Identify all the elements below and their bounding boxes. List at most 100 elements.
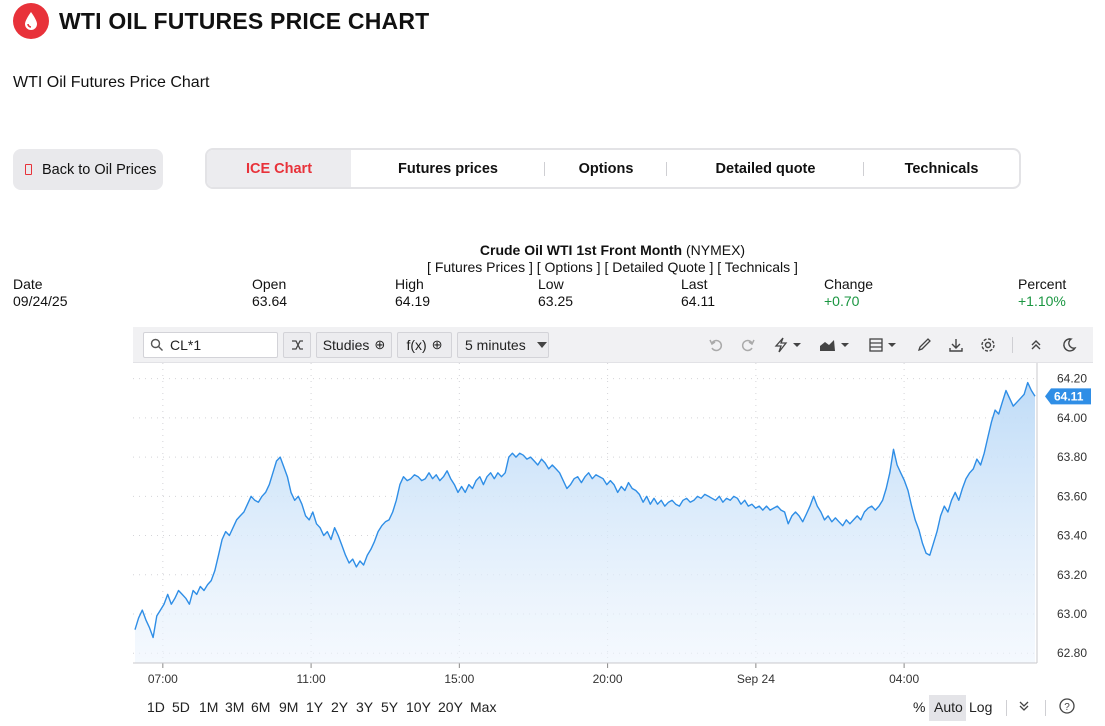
quote-value: 63.25 <box>538 293 574 309</box>
quote-value: +0.70 <box>824 293 860 309</box>
download-icon[interactable] <box>945 335 967 355</box>
functions-button[interactable]: f(x) ⊕ <box>397 332 452 358</box>
tab-detailed-quote[interactable]: Detailed quote <box>667 150 864 187</box>
search-icon <box>150 338 163 351</box>
range-1m[interactable]: 1M <box>199 699 218 715</box>
range-1y[interactable]: 1Y <box>306 699 323 715</box>
range-9m[interactable]: 9M <box>279 699 298 715</box>
instrument-exchange: (NYMEX) <box>685 242 746 258</box>
page-subtitle: WTI Oil Futures Price Chart <box>13 74 210 91</box>
chart-tabs: ICE Chart Futures prices Options Detaile… <box>205 148 1021 189</box>
tab-label: ICE Chart <box>245 160 313 177</box>
y-tick-label: 63.80 <box>1057 450 1087 464</box>
quote-percent: Percent +1.10% <box>1018 276 1066 310</box>
quote-value: 09/24/25 <box>13 293 68 309</box>
range-1d[interactable]: 1D <box>147 699 165 715</box>
range-divider <box>1045 700 1046 716</box>
quote-date: Date 09/24/25 <box>13 276 68 310</box>
instrument-links[interactable]: [ Futures Prices ] [ Options ] [ Detaile… <box>0 259 1105 275</box>
functions-label: f(x) <box>406 337 427 353</box>
tab-ice-chart[interactable]: ICE Chart <box>207 150 351 187</box>
tab-label: Futures prices <box>398 160 498 177</box>
interval-value: 5 minutes <box>465 337 526 353</box>
instrument-title: Crude Oil WTI 1st Front Month (NYMEX) <box>0 242 1105 258</box>
compare-icon <box>292 340 303 350</box>
tab-futures-prices[interactable]: Futures prices <box>351 150 545 187</box>
quote-label: Date <box>13 276 43 292</box>
symbol-input[interactable]: CL*1 <box>143 332 278 358</box>
back-to-oil-prices-button[interactable]: Back to Oil Prices <box>13 149 163 190</box>
quote-label: Change <box>824 276 874 292</box>
y-tick-label: 63.40 <box>1057 529 1087 543</box>
quote-value: 64.19 <box>395 293 431 309</box>
price-plot[interactable]: 64.20 64.00 63.80 63.60 63.40 63.20 63.00 62.80… <box>133 363 1093 691</box>
x-tick-label: 20:00 <box>593 672 623 686</box>
chart-toolbar: CL*1 Studies ⊕ f(x) ⊕ 5 minutes <box>133 327 1093 363</box>
quote-value: +1.10% <box>1018 293 1066 309</box>
range-2y[interactable]: 2Y <box>331 699 348 715</box>
dark-mode-icon[interactable] <box>1058 335 1080 355</box>
last-price-label: 64.11 <box>1054 389 1084 403</box>
tab-label: Options <box>578 160 634 177</box>
range-divider <box>1006 700 1007 716</box>
tab-options[interactable]: Options <box>545 150 667 187</box>
quote-high: High 64.19 <box>395 276 430 310</box>
tab-technicals[interactable]: Technicals <box>864 150 1019 187</box>
collapse-icon[interactable] <box>1025 335 1047 355</box>
quote-change: Change +0.70 <box>824 276 873 310</box>
y-tick-label: 63.00 <box>1057 607 1087 621</box>
studies-label: Studies <box>322 337 370 353</box>
price-chart: CL*1 Studies ⊕ f(x) ⊕ 5 minutes 64.20 64… <box>133 327 1093 726</box>
plus-circle-icon: ⊕ <box>431 337 443 352</box>
studies-button[interactable]: Studies ⊕ <box>316 332 392 358</box>
range-3y[interactable]: 3Y <box>356 699 373 715</box>
chevron-down-icon <box>536 342 547 348</box>
undo-icon[interactable] <box>705 335 727 355</box>
back-icon <box>25 164 32 175</box>
instrument-name: Crude Oil WTI 1st Front Month <box>479 242 683 258</box>
quote-label: Percent <box>1018 276 1067 292</box>
x-tick-label: 04:00 <box>889 672 919 686</box>
range-5y[interactable]: 5Y <box>381 699 398 715</box>
pencil-icon[interactable] <box>913 335 935 355</box>
y-tick-label: 63.20 <box>1057 568 1087 582</box>
range-6m[interactable]: 6M <box>251 699 270 715</box>
layout-icon[interactable] <box>867 335 901 355</box>
redo-icon[interactable] <box>737 335 759 355</box>
quote-value: 64.11 <box>681 293 715 309</box>
symbol-value: CL*1 <box>170 337 202 353</box>
y-tick-label: 63.60 <box>1057 489 1087 503</box>
range-bar: 1D 5D 1M 3M 6M 9M 1Y 2Y 3Y 5Y 10Y 20Y Max% Auto Log? <box>133 691 1093 726</box>
expand-down-icon[interactable] <box>1018 699 1030 715</box>
quote-label: Last <box>681 276 708 292</box>
oil-drop-icon[interactable] <box>13 3 49 39</box>
tab-label: Detailed quote <box>715 160 816 177</box>
x-tick-label: 11:00 <box>297 672 326 686</box>
percent-scale-button[interactable]: % <box>913 699 925 715</box>
y-tick-label: 62.80 <box>1057 646 1087 660</box>
x-tick-label: Sep 24 <box>737 672 775 686</box>
back-button-label: Back to Oil Prices <box>42 161 157 178</box>
y-tick-label: 64.00 <box>1057 411 1087 425</box>
compare-button[interactable] <box>283 332 311 358</box>
auto-scale-button[interactable]: Auto <box>934 699 963 715</box>
range-5d[interactable]: 5D <box>172 699 190 715</box>
range-10y[interactable]: 10Y <box>406 699 431 715</box>
lightning-icon[interactable] <box>771 335 805 355</box>
price-area <box>135 382 1035 663</box>
quote-last: Last 64.11 <box>681 276 715 310</box>
plus-circle-icon: ⊕ <box>374 337 386 352</box>
svg-text:?: ? <box>1064 702 1070 713</box>
range-max[interactable]: Max <box>470 699 496 715</box>
log-scale-button[interactable]: Log <box>969 699 992 715</box>
quote-value: 63.64 <box>252 293 288 309</box>
interval-select[interactable]: 5 minutes <box>457 332 549 358</box>
quote-open: Open 63.64 <box>252 276 287 310</box>
settings-icon[interactable] <box>977 335 999 355</box>
area-chart-icon[interactable] <box>817 335 853 355</box>
range-20y[interactable]: 20Y <box>438 699 463 715</box>
help-icon[interactable]: ? <box>1059 698 1075 717</box>
toolbar-divider <box>1012 337 1013 353</box>
range-3m[interactable]: 3M <box>225 699 244 715</box>
y-tick-label: 64.20 <box>1057 372 1087 386</box>
